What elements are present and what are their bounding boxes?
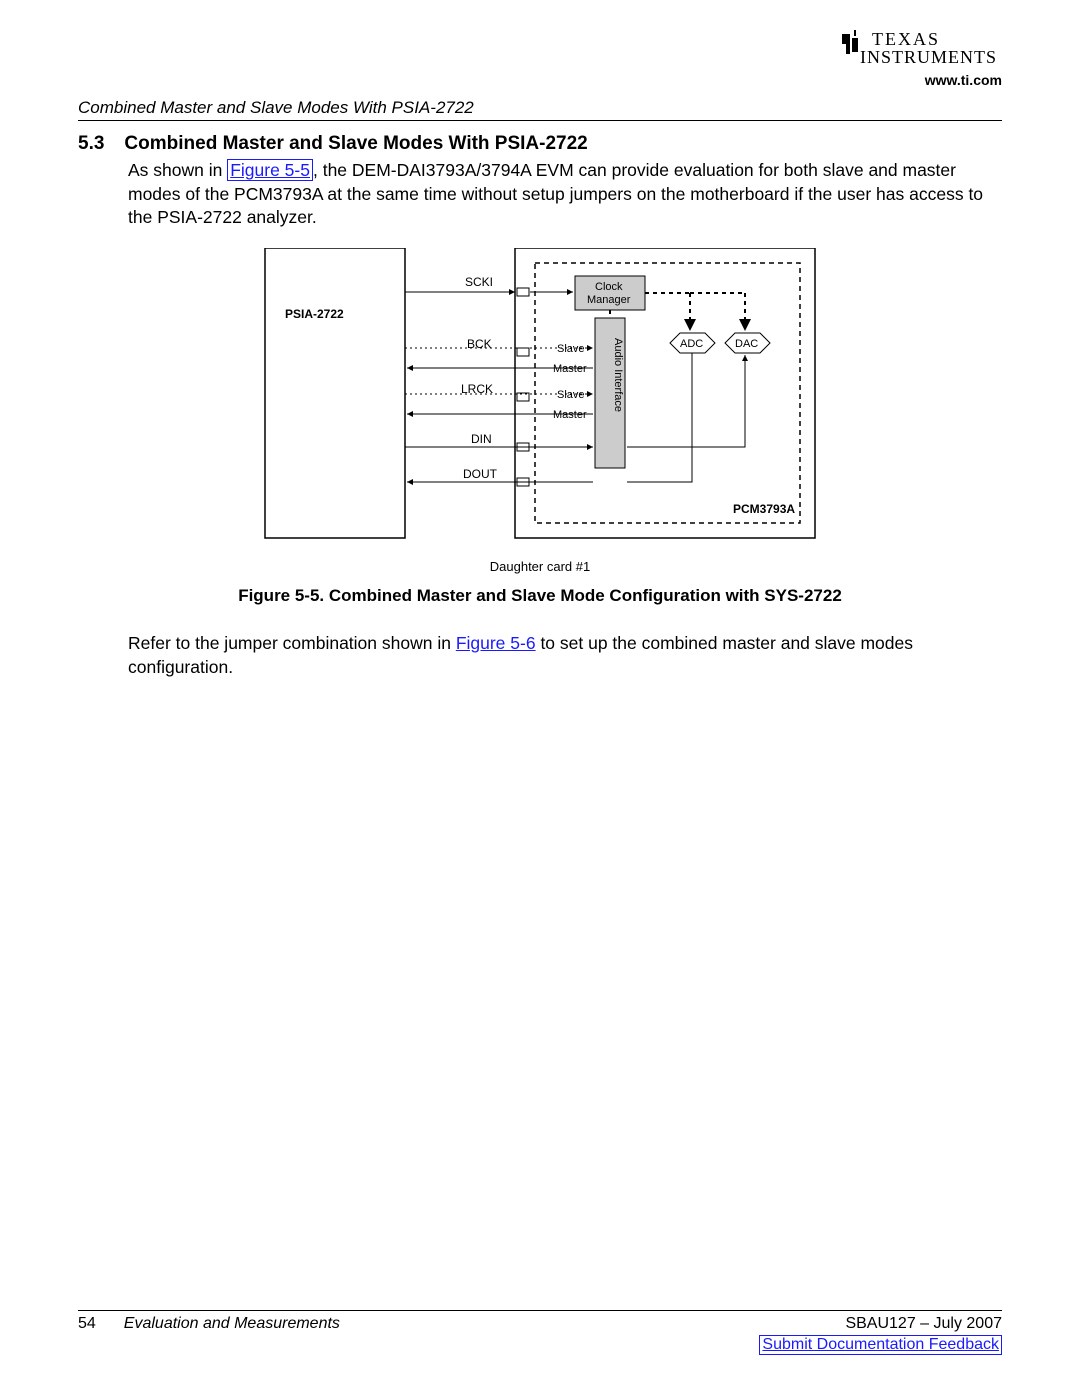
- page-number: 54: [78, 1315, 96, 1355]
- clock-bot: Manager: [587, 294, 631, 306]
- master-label-2: Master: [553, 409, 587, 421]
- audio-interface-label: Audio Interface: [612, 338, 624, 412]
- bck-label: BCK: [467, 337, 492, 351]
- slave-label-1: Slave: [557, 343, 585, 355]
- ti-logo: TEXAS INSTRUMENTS www.ti.com: [842, 28, 1002, 88]
- page-footer: 54 Evaluation and Measurements SBAU127 –…: [78, 1310, 1002, 1355]
- clock-top: Clock: [595, 281, 623, 293]
- footer-section-name: Evaluation and Measurements: [124, 1315, 340, 1355]
- din-label: DIN: [471, 432, 492, 446]
- section-number: 5.3: [78, 133, 104, 155]
- daughter-card-label: Daughter card #1: [255, 559, 825, 574]
- pcm-label: PCM3793A: [733, 502, 795, 516]
- para2-pre: Refer to the jumper combination shown in: [128, 633, 456, 653]
- psia-label: PSIA-2722: [285, 307, 344, 321]
- footer-rule: [78, 1310, 1002, 1311]
- section-title: Combined Master and Slave Modes With PSI…: [124, 133, 587, 155]
- running-head: Combined Master and Slave Modes With PSI…: [78, 98, 1002, 118]
- body-pre: As shown in: [128, 160, 227, 180]
- section-heading: 5.3 Combined Master and Slave Modes With…: [78, 133, 1002, 155]
- header-rule: [78, 120, 1002, 121]
- scki-label: SCKI: [465, 275, 493, 289]
- dout-label: DOUT: [463, 467, 498, 481]
- section-body: As shown in Figure 5-5, the DEM-DAI3793A…: [128, 159, 1002, 230]
- slave-label-2: Slave: [557, 389, 585, 401]
- paragraph-2: Refer to the jumper combination shown in…: [128, 632, 1002, 679]
- header-url[interactable]: www.ti.com: [842, 72, 1002, 88]
- adc-label: ADC: [680, 338, 703, 350]
- figure-5-6-link[interactable]: Figure 5-6: [456, 633, 536, 653]
- master-label-1: Master: [553, 363, 587, 375]
- figure-5-5-diagram: PSIA-2722 PCM3793A Clock Manager Audio I…: [255, 248, 825, 574]
- figure-5-5-link[interactable]: Figure 5-5: [227, 159, 313, 181]
- logo-text-top: TEXAS: [872, 29, 940, 49]
- logo-text-bottom: INSTRUMENTS: [860, 47, 997, 67]
- dac-label: DAC: [735, 338, 758, 350]
- figure-caption: Figure 5-5. Combined Master and Slave Mo…: [78, 586, 1002, 606]
- submit-feedback-link[interactable]: Submit Documentation Feedback: [759, 1335, 1002, 1355]
- footer-doc-id: SBAU127 – July 2007: [759, 1315, 1002, 1333]
